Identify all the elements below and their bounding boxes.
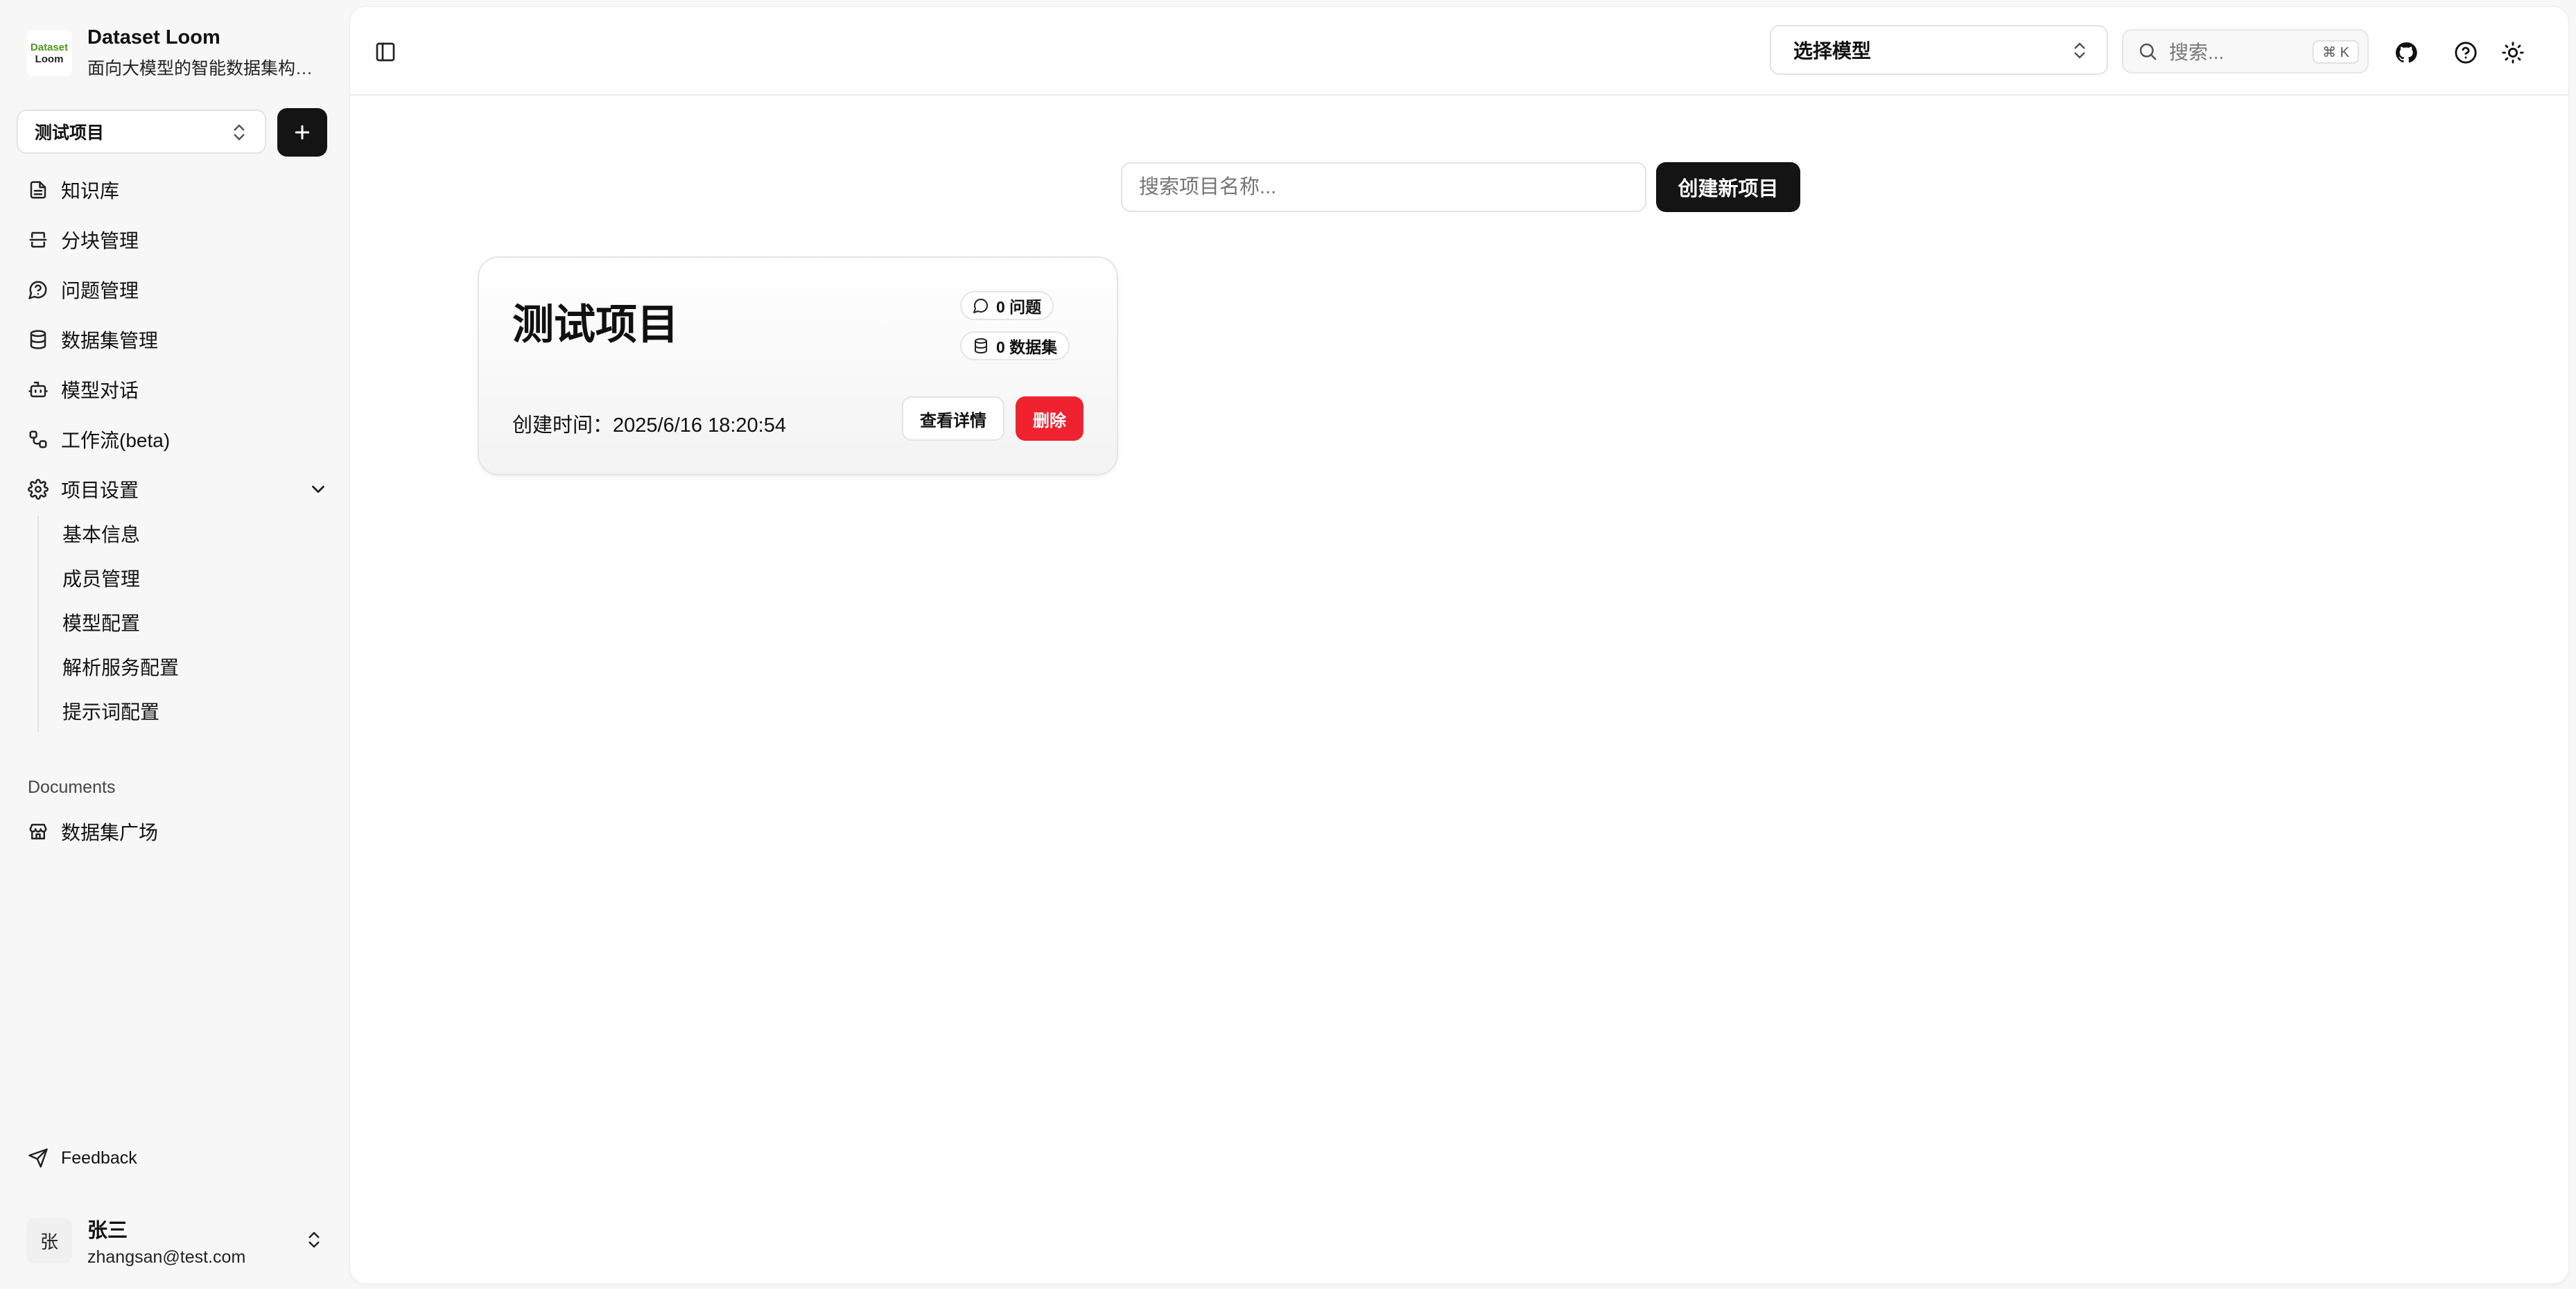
sidebar-item-dataset-square[interactable]: 数据集广场 xyxy=(26,812,331,851)
user-menu[interactable]: 张 张三 zhangsan@test.com xyxy=(26,1213,324,1268)
project-select-value: 测试项目 xyxy=(35,123,105,143)
sidebar-item-project-settings[interactable]: 项目设置 xyxy=(26,470,331,509)
sidebar-item-workflow[interactable]: 工作流(beta) xyxy=(26,420,331,459)
documents-section-label: Documents xyxy=(28,778,116,797)
sidebar-item-label: 项目设置 xyxy=(61,480,139,501)
sidebar-item-label: 问题管理 xyxy=(61,280,139,301)
sidebar-subitem-model-config[interactable]: 模型配置 xyxy=(62,606,140,639)
view-details-button[interactable]: 查看详情 xyxy=(902,396,1004,441)
help-circle-icon xyxy=(2454,41,2478,64)
github-icon xyxy=(2394,41,2418,64)
app-logo: Dataset Loom xyxy=(26,30,72,76)
chevron-down-icon xyxy=(308,479,329,500)
sidebar-subitem-basic-info[interactable]: 基本信息 xyxy=(62,517,140,550)
settings-submenu-rule xyxy=(37,516,39,732)
model-select[interactable]: 选择模型 xyxy=(1770,25,2108,75)
sidebar-item-knowledge-base[interactable]: 知识库 xyxy=(26,170,331,209)
store-icon xyxy=(26,820,50,843)
sidebar-subitem-members[interactable]: 成员管理 xyxy=(62,561,140,595)
model-select-value: 选择模型 xyxy=(1793,40,1872,62)
user-email: zhangsan@test.com xyxy=(87,1247,246,1267)
panel-left-icon xyxy=(374,41,397,63)
file-text-icon xyxy=(26,178,50,202)
chevrons-up-down-icon xyxy=(304,1229,324,1250)
questions-badge-label: 0 问题 xyxy=(996,298,1042,316)
sidebar-item-label: 数据集广场 xyxy=(61,822,159,843)
help-button[interactable] xyxy=(2452,39,2480,67)
avatar: 张 xyxy=(26,1218,72,1263)
chevrons-up-down-icon xyxy=(229,122,250,143)
add-project-button[interactable] xyxy=(277,108,327,157)
sidebar-item-label: 知识库 xyxy=(61,180,120,202)
datasets-badge: 0 数据集 xyxy=(960,331,1070,360)
search-icon xyxy=(2137,41,2158,62)
datasets-badge-label: 0 数据集 xyxy=(996,338,1058,356)
project-search-input[interactable] xyxy=(1121,162,1646,212)
github-button[interactable] xyxy=(2392,39,2420,67)
sidebar-item-label: 模型对话 xyxy=(61,380,139,401)
sidebar-subitem-parser-config[interactable]: 解析服务配置 xyxy=(62,650,179,683)
project-card-title: 测试项目 xyxy=(512,301,679,348)
global-search-button[interactable]: 搜索... ⌘ K xyxy=(2122,29,2369,73)
sidebar-item-label: 工作流(beta) xyxy=(61,430,171,451)
gear-icon xyxy=(26,477,50,501)
workflow-icon xyxy=(26,428,50,451)
app-subtitle: 面向大模型的智能数据集构建... xyxy=(87,59,323,78)
split-icon xyxy=(26,228,50,252)
sun-icon xyxy=(2501,41,2525,64)
database-icon xyxy=(26,328,50,351)
sidebar-subitem-prompt-config[interactable]: 提示词配置 xyxy=(62,694,159,728)
questions-badge: 0 问题 xyxy=(960,291,1054,320)
feedback-link[interactable]: Feedback xyxy=(26,1146,137,1170)
send-icon xyxy=(26,1146,50,1170)
sidebar-toggle-button[interactable] xyxy=(371,37,400,67)
search-shortcut: ⌘ K xyxy=(2313,40,2359,64)
sidebar-item-label: 分块管理 xyxy=(61,230,139,252)
chevrons-up-down-icon xyxy=(2069,40,2090,61)
sidebar-item-model-chat[interactable]: 模型对话 xyxy=(26,370,331,409)
topbar: 选择模型 搜索... ⌘ K xyxy=(350,7,2568,96)
sidebar-item-label: 数据集管理 xyxy=(61,330,159,351)
sidebar-item-datasets[interactable]: 数据集管理 xyxy=(26,320,331,359)
message-circle-question-icon xyxy=(26,278,50,301)
sidebar: Dataset Loom Dataset Loom 面向大模型的智能数据集构建.… xyxy=(0,0,350,1289)
main-panel: 选择模型 搜索... ⌘ K 创建 xyxy=(350,7,2568,1283)
global-search-placeholder: 搜索... xyxy=(2169,42,2225,63)
project-card[interactable]: 测试项目 0 问题 0 数据集 创建时间：2025/6/16 18:20:54 … xyxy=(478,256,1118,475)
project-select[interactable]: 测试项目 xyxy=(17,109,266,154)
sidebar-item-chunks[interactable]: 分块管理 xyxy=(26,220,331,259)
database-icon xyxy=(973,337,989,354)
message-circle-icon xyxy=(973,297,989,314)
create-project-button[interactable]: 创建新项目 xyxy=(1656,162,1800,212)
bot-icon xyxy=(26,378,50,401)
plus-icon xyxy=(292,122,313,143)
project-created-time: 创建时间：2025/6/16 18:20:54 xyxy=(512,414,786,437)
app-title: Dataset Loom xyxy=(87,26,220,49)
logo-text-bottom: Loom xyxy=(35,53,64,65)
delete-project-button[interactable]: 删除 xyxy=(1016,396,1084,441)
sidebar-item-questions[interactable]: 问题管理 xyxy=(26,270,331,309)
feedback-label: Feedback xyxy=(61,1148,137,1168)
brand[interactable]: Dataset Loom Dataset Loom 面向大模型的智能数据集构建.… xyxy=(26,26,323,80)
theme-toggle-button[interactable] xyxy=(2499,39,2527,67)
user-name: 张三 xyxy=(87,1219,128,1242)
logo-text-top: Dataset xyxy=(30,41,69,53)
